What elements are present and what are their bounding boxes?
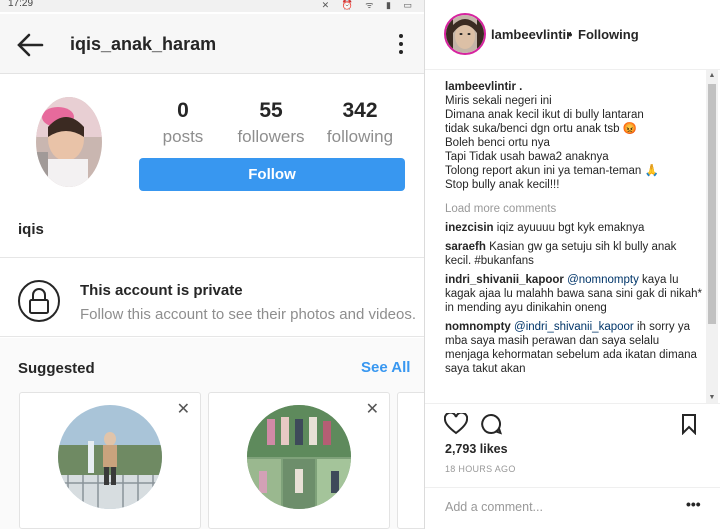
comment-username[interactable]: saraefh — [445, 241, 486, 253]
caption-line: Stop bully anak kecil!!! — [445, 179, 560, 191]
caption-username[interactable]: lambeevlintir . — [445, 80, 703, 94]
dismiss-icon[interactable]: ✕ — [366, 399, 379, 419]
likes-count[interactable]: 2,793 likes — [445, 442, 508, 456]
more-options-icon[interactable] — [396, 34, 406, 58]
status-bar: 17:29 ✕ ⏰ ᯤ ▮ ▭ — [0, 0, 424, 12]
comment: inezcisin iqiz ayuuuu bgt kyk emaknya — [445, 221, 703, 235]
suggested-avatar — [58, 405, 162, 509]
lock-icon — [18, 280, 60, 322]
comment-mention[interactable]: @nomnompty — [567, 274, 639, 286]
comment-username[interactable]: inezcisin — [445, 222, 494, 234]
caption-line: Tolong report akun ini ya teman-teman 🙏 — [445, 165, 659, 177]
comments-list: lambeevlintir . Miris sekali negeri ini … — [445, 80, 703, 400]
comments-scrollbar[interactable]: ▲ ▼ — [706, 70, 718, 403]
caption-line: Tapi Tidak usah bawa2 anaknya — [445, 151, 609, 163]
profile-display-name: iqis — [18, 221, 44, 238]
add-comment-input[interactable]: Add a comment... — [445, 500, 543, 514]
header-separator: • — [568, 27, 573, 42]
profile-username-title: iqis_anak_haram — [70, 34, 217, 54]
comment-username[interactable]: nomnompty — [445, 321, 511, 333]
caption-line: tidak suka/benci dgn ortu anak tsb 😡 — [445, 123, 638, 135]
scrollbar-thumb[interactable] — [708, 84, 716, 324]
back-arrow-icon[interactable] — [16, 32, 44, 58]
post-header: lambeevlintir • Following — [425, 0, 720, 70]
followers-label: followers — [237, 127, 305, 146]
suggested-card[interactable]: ✕ — [19, 392, 201, 529]
post-sidebar: lambeevlintir • Following lambeevlintir … — [425, 0, 720, 529]
suggested-card[interactable]: ✕ — [208, 392, 390, 529]
suggested-avatar — [247, 405, 351, 509]
private-account-notice: This account is private Follow this acco… — [0, 257, 424, 337]
bookmark-icon[interactable] — [681, 413, 697, 435]
following-stat[interactable]: 342 following — [320, 99, 400, 147]
comment-username[interactable]: indri_shivanii_kapoor — [445, 274, 564, 286]
post-timestamp: 18 HOURS AGO — [445, 464, 516, 474]
comment-icon[interactable] — [480, 413, 502, 435]
private-subtitle: Follow this account to see their photos … — [80, 306, 417, 323]
caption-line: Boleh benci ortu nya — [445, 137, 550, 149]
following-label: following — [326, 127, 394, 146]
status-icons: ✕ ⏰ ᯤ ▮ ▭ — [321, 0, 417, 10]
following-count: 342 — [342, 99, 378, 122]
post-actions — [425, 403, 720, 443]
profile-avatar — [36, 97, 102, 187]
heart-icon[interactable] — [444, 413, 468, 435]
phone-screenshot: 17:29 ✕ ⏰ ᯤ ▮ ▭ iqis_anak_haram 0 posts … — [0, 0, 425, 529]
followers-stat[interactable]: 55 followers — [231, 99, 311, 147]
suggested-card-partial — [397, 392, 424, 529]
comment: nomnompty @indri_shivanii_kapoor ih sorr… — [445, 320, 703, 376]
post-author-username[interactable]: lambeevlintir — [491, 27, 571, 42]
status-time: 17:29 — [8, 0, 34, 9]
scroll-up-icon[interactable]: ▲ — [706, 72, 718, 79]
see-all-link[interactable]: See All — [361, 359, 410, 376]
comment: saraefh Kasian gw ga setuju sih kl bully… — [445, 240, 703, 268]
posts-label: posts — [162, 127, 204, 146]
more-options-icon[interactable]: ••• — [686, 496, 701, 512]
posts-count: 0 — [177, 99, 189, 122]
follow-button[interactable]: Follow — [139, 158, 405, 191]
caption-line: Dimana anak kecil ikut di bully lantaran — [445, 109, 644, 121]
followers-count: 55 — [259, 99, 283, 122]
private-title: This account is private — [80, 282, 243, 299]
posts-stat: 0 posts — [143, 99, 223, 147]
comment-mention[interactable]: @indri_shivanii_kapoor — [514, 321, 634, 333]
post-author-avatar[interactable] — [444, 13, 486, 55]
dismiss-icon[interactable]: ✕ — [177, 399, 190, 419]
suggested-section: Suggested See All ✕ ✕ — [0, 338, 424, 529]
scroll-down-icon[interactable]: ▼ — [706, 394, 718, 401]
comment: indri_shivanii_kapoor @nomnompty kaya lu… — [445, 273, 703, 315]
comment-text: iqiz ayuuuu bgt kyk emaknya — [496, 222, 645, 234]
caption-line: Miris sekali negeri ini — [445, 95, 552, 107]
add-comment-bar: Add a comment... ••• — [425, 487, 720, 529]
suggested-heading: Suggested — [18, 360, 95, 377]
following-button[interactable]: Following — [578, 27, 639, 42]
profile-top-bar: iqis_anak_haram — [0, 14, 424, 74]
load-more-comments-link[interactable]: Load more comments — [445, 202, 703, 216]
